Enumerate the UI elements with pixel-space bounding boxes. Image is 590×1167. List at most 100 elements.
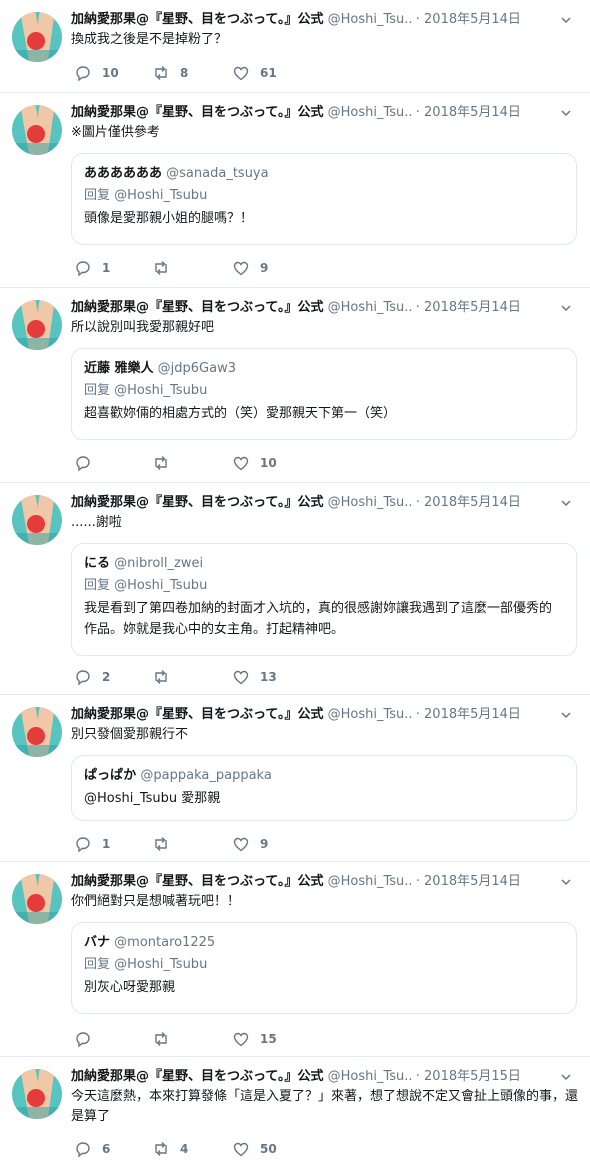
tweet[interactable]: 加納愛那果@『星野、目をつぶって。』公式 @Hoshi_Tsu... · 201… [0,0,590,93]
quoted-author-name: ぱっぱか [84,768,137,783]
like-button[interactable]: 10 [232,453,277,473]
reply-button[interactable]: 2 [74,667,110,687]
reply-label: 回复 [84,578,111,593]
tweet-text: 今天這麼熱，本來打算發條「這是入夏了？」來著，想了想說不定又會扯上頭像的事，還是… [71,1089,579,1124]
quoted-tweet[interactable]: バナ @montaro1225 回复 @Hoshi_Tsubu 別灰心呀愛那親 [71,922,577,1014]
tweet-actions: 2 13 [74,667,374,687]
like-count: 15 [260,1032,277,1046]
avatar[interactable] [12,300,62,350]
tweet[interactable]: 加納愛那果@『星野、目をつぶって。』公式 @Hoshi_Tsu... · 201… [0,483,590,695]
retweet-icon [155,1142,167,1156]
reply-label: 回复 [84,957,111,972]
avatar[interactable] [12,12,62,62]
quoted-tweet[interactable]: ぱっぱか @pappaka_pappaka @Hoshi_Tsubu 愛那親 [71,755,577,821]
like-icon [233,66,249,81]
retweet-button[interactable]: 8 [152,63,188,83]
quoted-text: @Hoshi_Tsubu 愛那親 [84,791,221,806]
reply-handle[interactable]: @Hoshi_Tsubu [114,383,207,398]
like-button[interactable]: 50 [232,1139,277,1159]
chevron-down-icon[interactable] [560,302,572,314]
avatar[interactable] [12,874,62,924]
reply-icon [76,670,90,686]
author-handle[interactable]: @Hoshi_Tsu... [328,103,412,123]
like-count: 50 [260,1142,277,1156]
like-button[interactable]: 13 [232,667,277,687]
author-handle[interactable]: @Hoshi_Tsu... [328,10,412,30]
tweet-date[interactable]: 2018年5月14日 [424,874,521,889]
retweet-button[interactable]: 4 [152,1139,188,1159]
author-handle[interactable]: @Hoshi_Tsu... [328,298,412,318]
tweet-actions: 10 8 61 [74,63,374,83]
chevron-down-icon[interactable] [560,876,572,888]
avatar[interactable] [12,707,62,757]
tweet[interactable]: 加納愛那果@『星野、目をつぶって。』公式 @Hoshi_Tsu... · 201… [0,1057,590,1167]
retweet-icon [155,456,167,470]
quoted-tweet[interactable]: にる @nibroll_zwei 回复 @Hoshi_Tsubu 我是看到了第四… [71,543,577,656]
author-name[interactable]: 加納愛那果@『星野、目をつぶって。』公式 [71,1069,323,1084]
tweet-header: 加納愛那果@『星野、目をつぶって。』公式 @Hoshi_Tsu... · 201… [71,10,578,30]
quoted-tweet[interactable]: ああああああ @sanada_tsuya 回复 @Hoshi_Tsubu 頭像是… [71,153,577,245]
tweet-date[interactable]: 2018年5月14日 [424,707,521,722]
chevron-down-icon[interactable] [560,497,572,509]
reply-handle[interactable]: @Hoshi_Tsubu [114,957,207,972]
tweet[interactable]: 加納愛那果@『星野、目をつぶって。』公式 @Hoshi_Tsu... · 201… [0,288,590,483]
avatar[interactable] [12,495,62,545]
tweet[interactable]: 加納愛那果@『星野、目をつぶって。』公式 @Hoshi_Tsu... · 201… [0,862,590,1057]
tweet-header: 加納愛那果@『星野、目をつぶって。』公式 @Hoshi_Tsu... · 201… [71,298,578,318]
quoted-author-name: 近藤 雅樂人 [84,361,154,376]
like-count: 13 [260,670,277,684]
tweet[interactable]: 加納愛那果@『星野、目をつぶって。』公式 @Hoshi_Tsu... · 201… [0,695,590,862]
like-icon [233,261,249,276]
retweet-button[interactable] [152,1029,180,1049]
avatar[interactable] [12,1069,62,1119]
tweet-text: 所以說別叫我愛那親好吧 [71,320,215,335]
quoted-tweet[interactable]: 近藤 雅樂人 @jdp6Gaw3 回复 @Hoshi_Tsubu 超喜歡妳倆的相… [71,348,577,440]
chevron-down-icon[interactable] [560,709,572,721]
author-handle[interactable]: @Hoshi_Tsu... [328,493,412,513]
author-name[interactable]: 加納愛那果@『星野、目をつぶって。』公式 [71,707,323,722]
like-button[interactable]: 9 [232,258,268,278]
reply-button[interactable] [74,1029,102,1049]
reply-button[interactable]: 1 [74,258,110,278]
reply-button[interactable]: 1 [74,834,110,854]
like-icon [233,1142,249,1157]
retweet-button[interactable] [152,453,180,473]
tweet-date[interactable]: 2018年5月14日 [424,495,521,510]
quoted-text: 超喜歡妳倆的相處方式的（笑）愛那親天下第一（笑） [84,406,397,421]
tweet-date[interactable]: 2018年5月15日 [424,1069,521,1084]
avatar[interactable] [12,105,62,155]
chevron-down-icon[interactable] [560,1071,572,1083]
like-button[interactable]: 61 [232,63,277,83]
reply-icon [76,1032,90,1048]
reply-context: 回复 @Hoshi_Tsubu [84,186,564,206]
tweet-date[interactable]: 2018年5月14日 [424,105,521,120]
like-button[interactable]: 15 [232,1029,277,1049]
author-name[interactable]: 加納愛那果@『星野、目をつぶって。』公式 [71,12,323,27]
author-name[interactable]: 加納愛那果@『星野、目をつぶって。』公式 [71,874,323,889]
like-button[interactable]: 9 [232,834,268,854]
author-handle[interactable]: @Hoshi_Tsu... [328,1067,412,1087]
reply-count: 2 [102,670,111,684]
author-handle[interactable]: @Hoshi_Tsu... [328,705,412,725]
reply-button[interactable]: 10 [74,63,119,83]
author-name[interactable]: 加納愛那果@『星野、目をつぶって。』公式 [71,105,323,120]
reply-button[interactable] [74,453,102,473]
retweet-button[interactable] [152,258,180,278]
quoted-text: 頭像是愛那親小姐的腿嗎？！ [84,211,254,226]
author-name[interactable]: 加納愛那果@『星野、目をつぶって。』公式 [71,300,323,315]
separator-dot: · [415,300,420,315]
chevron-down-icon[interactable] [560,14,572,26]
retweet-button[interactable] [152,667,180,687]
tweet-date[interactable]: 2018年5月14日 [424,12,521,27]
reply-count: 1 [102,837,111,851]
tweet[interactable]: 加納愛那果@『星野、目をつぶって。』公式 @Hoshi_Tsu... · 201… [0,93,590,288]
reply-icon [76,66,90,82]
retweet-button[interactable] [152,834,180,854]
author-handle[interactable]: @Hoshi_Tsu... [328,872,412,892]
tweet-date[interactable]: 2018年5月14日 [424,300,521,315]
reply-handle[interactable]: @Hoshi_Tsubu [114,578,207,593]
reply-handle[interactable]: @Hoshi_Tsubu [114,188,207,203]
chevron-down-icon[interactable] [560,107,572,119]
reply-button[interactable]: 6 [74,1139,110,1159]
author-name[interactable]: 加納愛那果@『星野、目をつぶって。』公式 [71,495,323,510]
